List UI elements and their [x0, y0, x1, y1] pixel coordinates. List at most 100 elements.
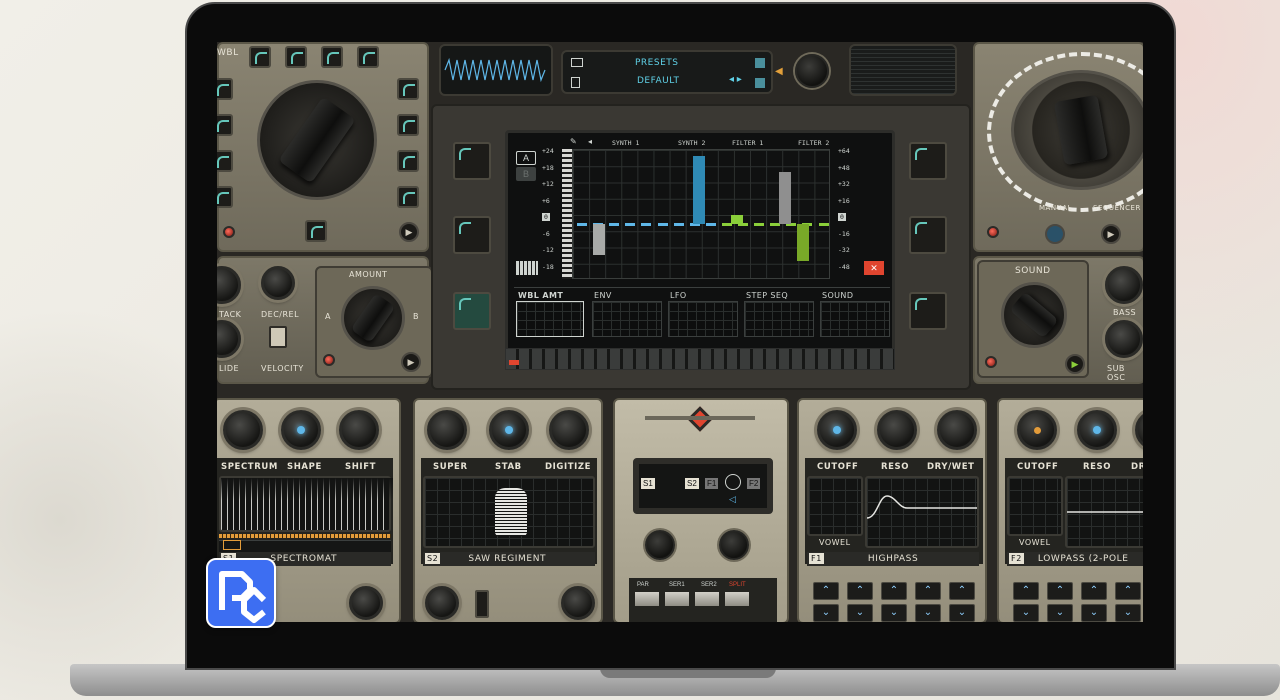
f2-type-button-5[interactable]: ⌄ — [1013, 604, 1039, 622]
tape-mode-button[interactable] — [909, 216, 947, 254]
f1-knob-reso[interactable] — [877, 410, 917, 450]
f1-type-button-9[interactable]: ⌄ — [915, 604, 941, 622]
velocity-switch[interactable] — [269, 326, 287, 348]
step-bar[interactable] — [593, 224, 605, 256]
robot-mode-button[interactable] — [453, 292, 491, 330]
next-button[interactable]: ▶ — [399, 222, 419, 242]
preset-nav-icon[interactable]: ◂ ▸ — [729, 74, 742, 85]
wrench-icon[interactable]: ✎ — [570, 137, 577, 146]
manual-button[interactable] — [1045, 224, 1065, 244]
f1-type-button-10[interactable]: ⌄ — [949, 604, 975, 622]
f1-type-button-8[interactable]: ⌄ — [881, 604, 907, 622]
s2-knob-fine[interactable] — [561, 586, 595, 620]
f1-type-button-3[interactable]: ⌃ — [881, 582, 907, 600]
routing-synth1[interactable]: SYNTH 1 — [612, 139, 639, 147]
dec-rel-knob[interactable] — [261, 266, 295, 300]
s2-knob-octave[interactable] — [425, 586, 459, 620]
s1-knob-2[interactable] — [281, 410, 321, 450]
s1-knob-1[interactable] — [223, 410, 263, 450]
s2-knob-2[interactable] — [489, 410, 529, 450]
routing-knob-2[interactable] — [719, 530, 749, 560]
s1-name[interactable]: SPECTROMAT — [270, 554, 337, 564]
f2-param-1[interactable]: CUTOFF — [1017, 462, 1058, 472]
step-bar[interactable] — [779, 171, 791, 225]
s1-shape-selector[interactable] — [219, 540, 391, 552]
f2-type-button-3[interactable]: ⌃ — [1081, 582, 1107, 600]
shape-button[interactable] — [397, 186, 419, 208]
speaker-icon[interactable]: ◂ — [588, 137, 592, 146]
sine-icon[interactable] — [223, 540, 241, 550]
f2-type-button-4[interactable]: ⌃ — [1115, 582, 1141, 600]
f2-param-2[interactable]: RESO — [1083, 462, 1111, 472]
s2-param-1[interactable]: SUPER — [433, 462, 468, 472]
routing-filter2[interactable]: FILTER 2 — [798, 139, 829, 147]
f1-knob-cutoff[interactable] — [817, 410, 857, 450]
s2-param-2[interactable]: STAB — [495, 462, 522, 472]
step-bar[interactable] — [693, 156, 705, 225]
env-shape-button[interactable] — [305, 220, 327, 242]
piano-icon[interactable] — [516, 261, 538, 275]
ser2-button[interactable] — [695, 592, 719, 606]
amount-next-button[interactable]: ▶ — [401, 352, 421, 372]
f1-param-1[interactable]: CUTOFF — [817, 462, 858, 472]
dial-icon[interactable] — [725, 474, 741, 490]
midi-mode-button[interactable] — [909, 292, 947, 330]
sound-play-button[interactable]: ▶ — [1065, 354, 1085, 374]
f1-type-button-2[interactable]: ⌃ — [847, 582, 873, 600]
ab-toggle-b[interactable]: B — [516, 167, 536, 181]
f1-type-button-6[interactable]: ⌄ — [813, 604, 839, 622]
mini-preview-wbl[interactable] — [516, 301, 584, 337]
f2-type-button-1[interactable]: ⌃ — [1013, 582, 1039, 600]
f1-type-button-7[interactable]: ⌄ — [847, 604, 873, 622]
f1-name[interactable]: HIGHPASS — [868, 554, 918, 564]
routing-node-s1[interactable]: S1 — [641, 478, 655, 489]
f1-param-3[interactable]: DRY/WET — [927, 462, 975, 472]
shape-button[interactable] — [397, 114, 419, 136]
f2-name[interactable]: LOWPASS (2-POLE — [1038, 554, 1129, 564]
mini-preview-step[interactable] — [744, 301, 814, 337]
f2-knob-drywet[interactable] — [1135, 410, 1143, 450]
mini-preview-sound[interactable] — [820, 301, 890, 337]
mini-preview-env[interactable] — [592, 301, 662, 337]
osc-mode-button[interactable] — [453, 142, 491, 180]
tab-env[interactable]: ENV — [594, 291, 612, 300]
par-button[interactable] — [635, 592, 659, 606]
f1-type-button-4[interactable]: ⌃ — [915, 582, 941, 600]
f1-type-button-5[interactable]: ⌃ — [949, 582, 975, 600]
f2-knob-reso[interactable] — [1077, 410, 1117, 450]
shape-button[interactable] — [217, 186, 233, 208]
preset-name[interactable]: DEFAULT — [637, 76, 679, 86]
f1-vowel-label[interactable]: VOWEL — [819, 538, 851, 547]
folder-icon[interactable] — [571, 58, 583, 67]
s1-param-1[interactable]: SPECTRUM — [221, 462, 278, 472]
attack-knob[interactable] — [217, 266, 241, 304]
s1-knob-octave[interactable] — [349, 586, 383, 620]
ser1-button[interactable] — [665, 592, 689, 606]
routing-synth2[interactable]: SYNTH 2 — [678, 139, 705, 147]
close-icon[interactable]: ✕ — [864, 261, 884, 275]
f2-type-button-7[interactable]: ⌄ — [1081, 604, 1107, 622]
fx-mode-button[interactable] — [909, 142, 947, 180]
volume-knob[interactable] — [795, 54, 829, 88]
amount-knob[interactable] — [341, 286, 405, 350]
s2-name[interactable]: SAW REGIMENT — [468, 554, 546, 564]
f1-type-button-1[interactable]: ⌃ — [813, 582, 839, 600]
s2-param-3[interactable]: DIGITIZE — [545, 462, 591, 472]
envelope-mode-button[interactable] — [453, 216, 491, 254]
random-icon[interactable] — [755, 78, 765, 88]
split-button[interactable] — [725, 592, 749, 606]
routing-node-f2[interactable]: F2 — [747, 478, 761, 489]
f1-param-2[interactable]: RESO — [881, 462, 909, 472]
shape-button[interactable] — [249, 46, 271, 68]
amount-led[interactable] — [323, 354, 335, 366]
routing-filter1[interactable]: FILTER 1 — [732, 139, 763, 147]
mini-preview-lfo[interactable] — [668, 301, 738, 337]
tab-lfo[interactable]: LFO — [670, 291, 687, 300]
step-active[interactable] — [509, 360, 519, 365]
s2-knob-3[interactable] — [549, 410, 589, 450]
wbl-main-knob[interactable] — [257, 80, 377, 200]
bass-knob[interactable] — [1105, 266, 1143, 304]
sound-knob[interactable] — [1001, 282, 1067, 348]
f2-type-button-8[interactable]: ⌄ — [1115, 604, 1141, 622]
step-bar[interactable] — [797, 224, 809, 262]
